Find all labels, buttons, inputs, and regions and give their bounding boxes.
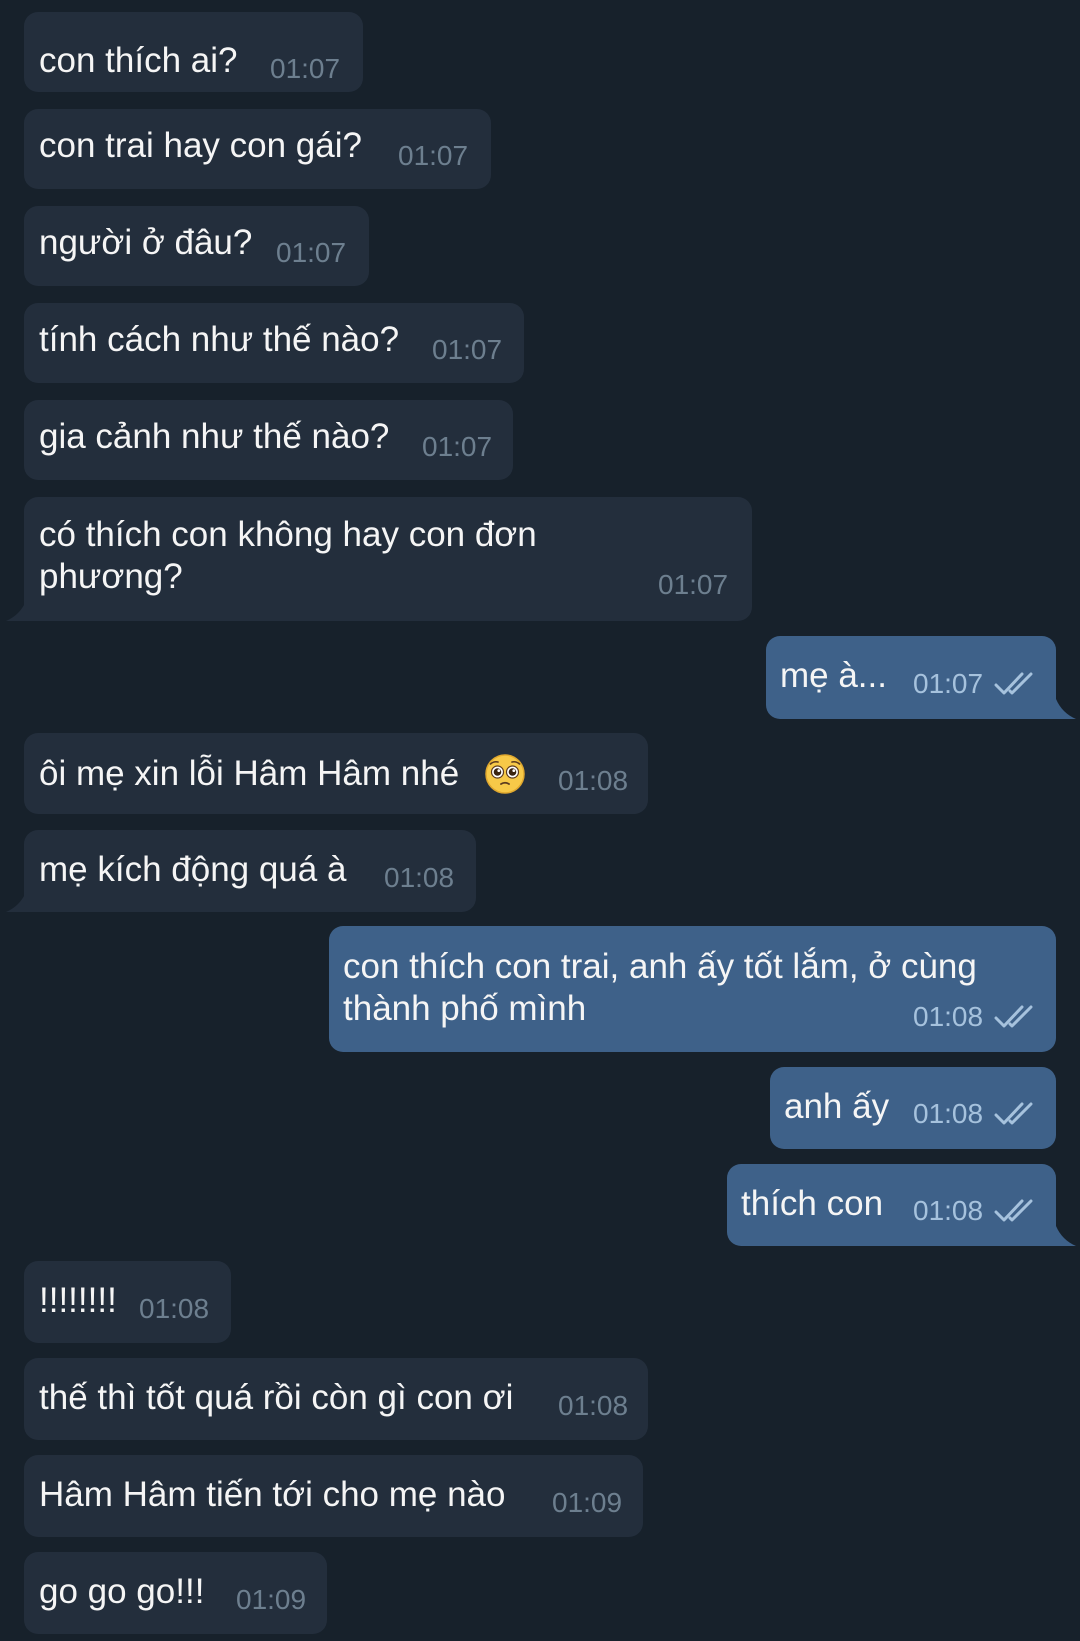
message-bubble-incoming[interactable]: !!!!!!!! 01:08	[24, 1261, 231, 1343]
message-timestamp: 01:09	[552, 1487, 623, 1518]
message-timestamp: 01:09	[236, 1584, 307, 1615]
message-timestamp: 01:07	[432, 334, 503, 365]
message-timestamp: 01:08	[913, 1001, 984, 1032]
message-text: thích con	[741, 1184, 884, 1223]
message-bubble-incoming[interactable]: người ở đâu? 01:07	[24, 206, 369, 286]
message-timestamp: 01:08	[913, 1098, 984, 1129]
message-timestamp: 01:08	[558, 1390, 629, 1421]
message-text: mẹ à...	[780, 656, 887, 695]
double-check-icon	[994, 672, 1033, 695]
message-timestamp: 01:07	[276, 237, 347, 268]
message-timestamp: 01:07	[270, 53, 341, 84]
message-bubble-incoming[interactable]: có thích con không hay con đơn phương? 0…	[24, 497, 752, 621]
bubble-tail	[6, 892, 26, 912]
message-timestamp: 01:08	[384, 862, 455, 893]
message-timestamp: 01:08	[913, 1195, 984, 1226]
message-bubble-incoming[interactable]: mẹ kích động quá à 01:08	[24, 830, 476, 912]
message-bubble-incoming[interactable]: tính cách như thế nào? 01:07	[24, 303, 524, 383]
message-text: ôi mẹ xin lỗi Hâm Hâm nhé	[39, 754, 460, 793]
message-bubble-incoming[interactable]: thế thì tốt quá rồi còn gì con ơi 01:08	[24, 1358, 648, 1440]
message-text: gia cảnh như thế nào?	[39, 417, 390, 456]
message-text: mẹ kích động quá à	[39, 850, 347, 889]
message-bubble-incoming[interactable]: con thích ai? 01:07	[24, 12, 363, 92]
message-bubble-incoming[interactable]: ôi mẹ xin lỗi Hâm Hâm nhé 01:08	[24, 733, 648, 814]
pleading-face-emoji-icon	[485, 754, 525, 794]
bubble-tail	[1056, 1226, 1076, 1246]
message-bubble-incoming[interactable]: go go go!!! 01:09	[24, 1552, 327, 1634]
message-timestamp: 01:07	[658, 569, 729, 600]
message-timestamp: 01:07	[913, 668, 984, 699]
message-bubble-outgoing[interactable]: mẹ à... 01:07	[766, 636, 1056, 719]
message-bubble-incoming[interactable]: Hâm Hâm tiến tới cho mẹ nào 01:09	[24, 1455, 643, 1537]
message-text-line: có thích con không hay con đơn	[39, 515, 537, 554]
message-text: con thích ai?	[39, 41, 238, 80]
message-bubble-outgoing[interactable]: con thích con trai, anh ấy tốt lắm, ở cù…	[329, 926, 1056, 1052]
message-text: tính cách như thế nào?	[39, 320, 400, 359]
bubble-tail	[6, 601, 26, 621]
bubble-tail	[1056, 699, 1076, 719]
message-timestamp: 01:08	[558, 765, 629, 796]
message-timestamp: 01:08	[139, 1293, 210, 1324]
message-text: !!!!!!!!	[39, 1281, 117, 1320]
message-bubble-outgoing[interactable]: thích con 01:08	[727, 1164, 1056, 1246]
message-text-line: phương?	[39, 557, 183, 596]
message-bubble-incoming[interactable]: gia cảnh như thế nào? 01:07	[24, 400, 513, 480]
message-bubble-outgoing[interactable]: anh ấy 01:08	[770, 1067, 1056, 1149]
message-text: con trai hay con gái?	[39, 126, 362, 165]
message-text-line: con thích con trai, anh ấy tốt lắm, ở cù…	[343, 947, 977, 986]
message-timestamp: 01:07	[422, 431, 493, 462]
message-text: thế thì tốt quá rồi còn gì con ơi	[39, 1378, 514, 1417]
message-text: người ở đâu?	[39, 223, 253, 262]
message-text: go go go!!!	[39, 1572, 205, 1611]
double-check-icon	[994, 1005, 1033, 1028]
double-check-icon	[994, 1102, 1033, 1125]
double-check-icon	[994, 1199, 1033, 1222]
message-bubble-incoming[interactable]: con trai hay con gái? 01:07	[24, 109, 491, 189]
message-text-line: thành phố mình	[343, 989, 587, 1028]
message-timestamp: 01:07	[398, 140, 469, 171]
message-text: Hâm Hâm tiến tới cho mẹ nào	[39, 1475, 506, 1514]
message-text: anh ấy	[784, 1087, 890, 1126]
